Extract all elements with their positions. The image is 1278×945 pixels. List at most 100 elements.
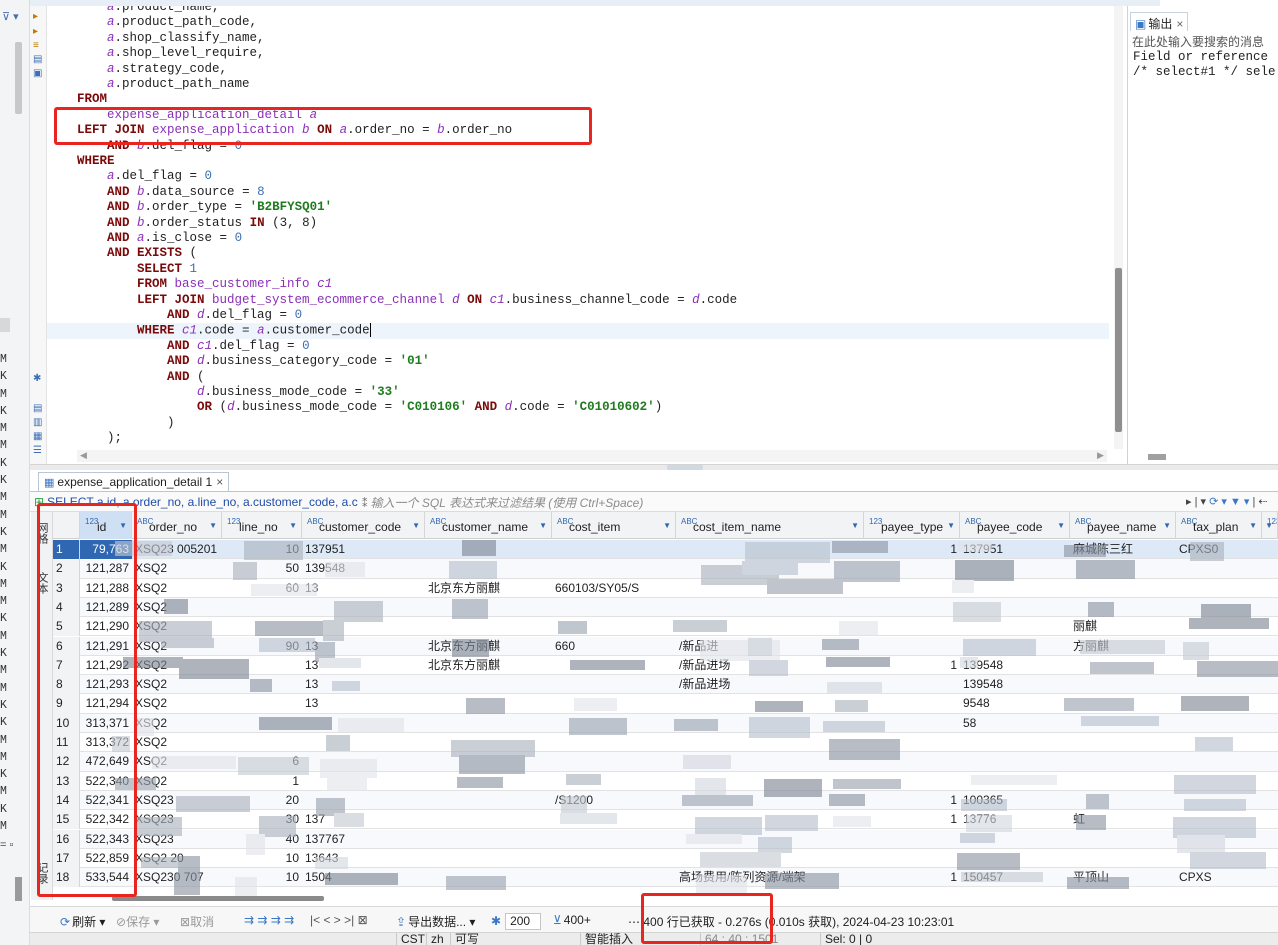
navigator-item-label[interactable]: K xyxy=(0,645,7,662)
cancel-button[interactable]: ⊠取消 xyxy=(180,913,214,930)
table-cell[interactable] xyxy=(960,849,1070,868)
table-cell[interactable] xyxy=(425,694,552,713)
row-number[interactable]: 14 xyxy=(53,790,80,811)
column-header[interactable]: 123 payee_type ▼ xyxy=(864,512,960,539)
funnel-icon[interactable]: ▼ ▾ xyxy=(1230,496,1249,508)
table-cell[interactable]: 9548 xyxy=(960,694,1070,713)
table-cell[interactable] xyxy=(222,733,302,752)
filter-icon[interactable]: ⊽ ▾ xyxy=(2,10,19,23)
table-cell[interactable] xyxy=(960,772,1070,791)
table-row[interactable]: 16 522,343 XSQ23 40 137767 xyxy=(53,829,1278,849)
table-cell[interactable] xyxy=(425,772,552,791)
table-row[interactable]: 5 121,290 XSQ2 丽麒 xyxy=(53,617,1278,637)
table-cell[interactable] xyxy=(1176,675,1262,694)
table-cell[interactable]: 1 xyxy=(864,810,960,829)
table-cell[interactable]: 58 xyxy=(960,714,1070,733)
table-cell[interactable]: 麻城陈三红 xyxy=(1070,540,1176,559)
table-cell[interactable]: XSQ2 xyxy=(132,675,222,694)
result-tab[interactable]: ▦ expense_application_detail 1 × xyxy=(38,472,230,491)
table-cell[interactable]: 60 xyxy=(222,579,302,598)
table-cell[interactable] xyxy=(960,830,1070,849)
table-cell[interactable] xyxy=(676,830,864,849)
navigator-scrollbar[interactable] xyxy=(15,42,22,114)
table-cell[interactable]: 79,763 xyxy=(80,540,132,560)
navigator-item-label[interactable]: M xyxy=(0,420,7,437)
table-cell[interactable] xyxy=(1176,598,1262,617)
settings-icon[interactable]: ✱ xyxy=(33,373,41,384)
row-number[interactable]: 3 xyxy=(53,578,80,598)
scroll-left-icon[interactable]: ◀ xyxy=(80,450,87,461)
table-cell[interactable] xyxy=(676,810,864,829)
table-cell[interactable] xyxy=(425,810,552,829)
table-cell[interactable]: XSQ2 xyxy=(132,637,222,656)
table-cell[interactable] xyxy=(960,559,1070,578)
table-cell[interactable] xyxy=(1070,656,1176,675)
table-cell[interactable]: 137951 xyxy=(960,540,1070,559)
run-script-icon[interactable]: ▸ xyxy=(33,26,38,37)
table-cell[interactable] xyxy=(425,714,552,733)
fetch-next-button[interactable]: ⊻ 400+ xyxy=(553,913,591,927)
code-line[interactable]: LEFT JOIN budget_system_ecommerce_channe… xyxy=(77,293,737,308)
table-cell[interactable] xyxy=(302,772,425,791)
table-cell[interactable]: CPXS0 xyxy=(1176,540,1262,559)
sort-dropdown-icon[interactable]: ▼ xyxy=(947,521,955,530)
page-nav-icons[interactable]: |< < > >| ⊠ xyxy=(310,913,368,927)
table-cell[interactable]: 139548 xyxy=(302,559,425,578)
navigator-item-label[interactable]: M xyxy=(0,351,7,368)
column-header[interactable]: ABC order_no ▼ xyxy=(132,512,222,539)
table-cell[interactable]: 660103/SY05/S xyxy=(552,579,676,598)
table-cell[interactable] xyxy=(222,598,302,617)
code-line[interactable]: a.strategy_code, xyxy=(77,62,227,77)
table-cell[interactable] xyxy=(1070,849,1176,868)
code-line[interactable]: a.product_path_code, xyxy=(77,15,257,30)
table-cell[interactable]: 6 xyxy=(222,752,302,771)
table-row[interactable]: 14 522,341 XSQ23 20/S1200 1 100365 xyxy=(53,790,1278,811)
table-cell[interactable]: 121,291 xyxy=(80,637,132,656)
table-cell[interactable] xyxy=(552,772,676,791)
navigator-item-label[interactable]: M xyxy=(0,489,7,506)
table-cell[interactable] xyxy=(960,598,1070,617)
table-cell[interactable]: 522,341 xyxy=(80,791,132,810)
refresh-filter-icon[interactable]: ⟳ ▾ xyxy=(1209,496,1227,508)
table-cell[interactable]: 313,372 xyxy=(80,733,132,752)
table-cell[interactable] xyxy=(864,752,960,771)
table-cell[interactable]: 150457 xyxy=(960,868,1070,887)
table-cell[interactable]: 40 xyxy=(222,830,302,849)
query-preview[interactable]: ⊞ SELECT a.id, a.order_no, a.line_no, a.c… xyxy=(34,495,390,509)
table-cell[interactable] xyxy=(302,617,425,636)
table-cell[interactable] xyxy=(676,559,864,578)
tab-record[interactable]: 记录 xyxy=(34,862,50,884)
table-cell[interactable] xyxy=(1176,849,1262,868)
navigator-item-label[interactable]: M xyxy=(0,818,7,835)
row-number[interactable]: 4 xyxy=(53,597,80,618)
table-cell[interactable] xyxy=(1070,752,1176,771)
table-cell[interactable]: 121,287 xyxy=(80,559,132,578)
table-cell[interactable] xyxy=(425,598,552,617)
table-cell[interactable]: XSQ2 20 xyxy=(132,849,222,868)
table-cell[interactable] xyxy=(1176,714,1262,733)
table-cell[interactable] xyxy=(864,579,960,598)
table-cell[interactable] xyxy=(1070,714,1176,733)
table-row[interactable]: 12 472,649 XSQ2 6 xyxy=(53,752,1278,772)
table-row[interactable]: 1 79,763 XSQ23 005201 10 137951 1 137951 麻城陈三红 C… xyxy=(53,540,1278,560)
code-line[interactable]: SELECT 1 xyxy=(77,262,197,277)
row-edit-icons[interactable]: ⇉ ⇉ ⇉ ⇉ xyxy=(244,913,294,927)
output-tab[interactable]: ▣ 输出 × xyxy=(1130,12,1189,31)
table-cell[interactable] xyxy=(1070,733,1176,752)
table-cell[interactable] xyxy=(552,617,676,636)
table-cell[interactable] xyxy=(960,733,1070,752)
table-cell[interactable]: CPXS xyxy=(1176,868,1262,887)
navigator-item-label[interactable]: M xyxy=(0,386,7,403)
sort-dropdown-icon[interactable]: ▼ xyxy=(851,521,859,530)
table-cell[interactable] xyxy=(425,559,552,578)
output-scrollbar[interactable] xyxy=(1148,454,1166,460)
table-cell[interactable] xyxy=(864,714,960,733)
table-cell[interactable]: 472,649 xyxy=(80,752,132,771)
table-cell[interactable] xyxy=(552,598,676,617)
code-line[interactable]: a.shop_classify_name, xyxy=(77,31,265,46)
table-cell[interactable] xyxy=(552,810,676,829)
sort-dropdown-icon[interactable]: ▼ xyxy=(1057,521,1065,530)
table-cell[interactable] xyxy=(1176,830,1262,849)
navigator-item-label[interactable]: M xyxy=(0,749,7,766)
navigator-item-label[interactable]: M xyxy=(0,507,7,524)
